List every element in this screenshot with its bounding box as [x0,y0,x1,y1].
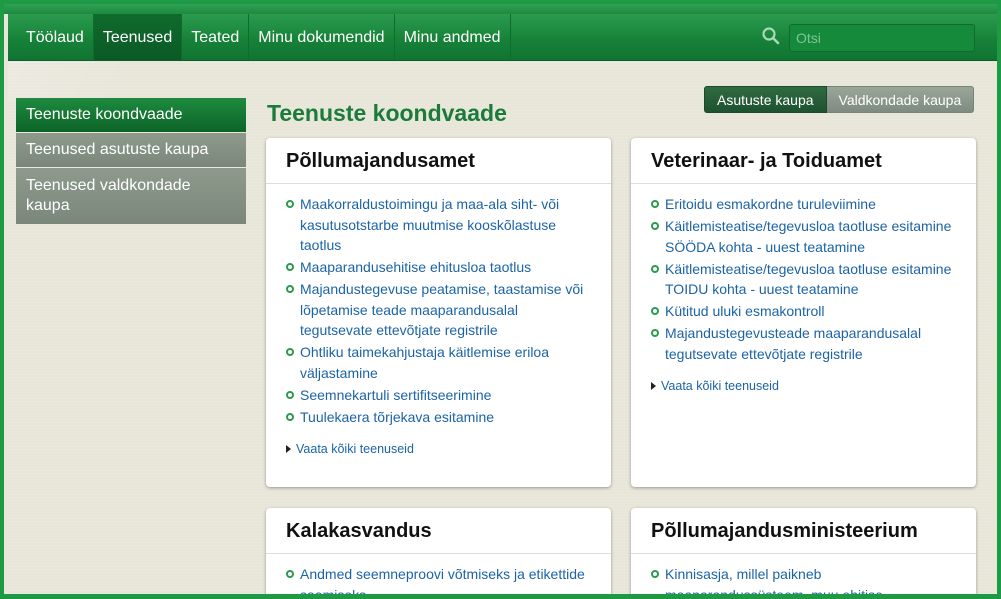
service-link-text[interactable]: Tuulekaera tõrjekava esitamine [300,409,494,425]
bullet-icon [286,263,294,271]
service-link-text[interactable]: Andmed seemneproovi võtmiseks ja etikett… [300,566,585,594]
service-link-text[interactable]: Majandustegevusteade maaparandusalal teg… [665,325,921,362]
main-navbar: Töölaud Teenused Teated Minu dokumendid … [8,14,997,61]
service-link-text[interactable]: Käitlemisteatise/tegevusloa taotluse esi… [665,218,951,255]
service-list: Eritoidu esmakordne turuleviimine Käitle… [651,194,956,364]
see-all-label[interactable]: Vaata kõiki teenuseid [296,442,414,456]
service-link[interactable]: Majandustegevuse peatamise, taastamise v… [286,279,591,341]
nav-item-minu-andmed[interactable]: Minu andmed [395,14,511,60]
service-link[interactable]: Maakorraldustoimingu ja maa-ala siht- võ… [286,194,591,256]
service-link[interactable]: Maaparandusehitise ehitusloa taotlus [286,257,591,278]
service-link[interactable]: Käitlemisteatise/tegevusloa taotluse esi… [651,259,956,300]
service-link[interactable]: Käitlemisteatise/tegevusloa taotluse esi… [651,216,956,257]
nav-item-teated[interactable]: Teated [182,14,250,60]
service-link[interactable]: Ohtliku taimekahjustaja käitlemise erilo… [286,342,591,383]
nav-item-toolaud[interactable]: Töölaud [8,14,94,60]
card-title: Kalakasvandus [266,508,611,554]
card-title: Põllumajandusministeerium [631,508,976,554]
service-link[interactable]: Kütitud uluki esmakontroll [651,301,956,322]
service-card-pollumajandusamet: Põllumajandusamet Maakorraldustoimingu j… [266,138,611,487]
service-list: Andmed seemneproovi võtmiseks ja etikett… [286,564,591,594]
service-link-text[interactable]: Eritoidu esmakordne turuleviimine [665,196,876,212]
service-link-text[interactable]: Maaparandusehitise ehitusloa taotlus [300,259,531,275]
sidebar-item-koondvaade[interactable]: Teenuste koondvaade [16,98,246,133]
bullet-icon [286,570,294,578]
service-card-veterinaar-ja-toiduamet: Veterinaar- ja Toiduamet Eritoidu esmako… [631,138,976,487]
sidebar-item-valdkondade-kaupa[interactable]: Teenused valdkondade kaupa [16,168,246,225]
sidebar: Teenuste koondvaade Teenused asutuste ka… [16,98,246,225]
service-link-text[interactable]: Kinnisasja, millel paikneb maaparandussü… [665,566,883,594]
service-card-pollumajandusministeerium: Põllumajandusministeerium Kinnisasja, mi… [631,508,976,594]
bullet-icon [286,285,294,293]
service-link-text[interactable]: Majandustegevuse peatamise, taastamise v… [300,281,583,338]
bullet-icon [651,307,659,315]
page-title: Teenuste koondvaade [267,100,507,126]
service-link[interactable]: Eritoidu esmakordne turuleviimine [651,194,956,215]
toggle-by-field-button[interactable]: Valdkondade kaupa [826,86,975,113]
service-link-text[interactable]: Ohtliku taimekahjustaja käitlemise erilo… [300,344,549,381]
bullet-icon [286,348,294,356]
triangle-right-icon [651,382,656,390]
header-decoration [8,61,208,101]
search-input[interactable] [789,24,975,52]
service-link-text[interactable]: Käitlemisteatise/tegevusloa taotluse esi… [665,261,951,298]
view-toggle: Asutuste kaupa Valdkondade kaupa [704,86,975,113]
nav-item-minu-dokumendid[interactable]: Minu dokumendid [249,14,395,60]
service-link-text[interactable]: Seemnekartuli sertifitseerimine [300,387,491,403]
service-link-text[interactable]: Maakorraldustoimingu ja maa-ala siht- võ… [300,196,559,253]
service-link-text[interactable]: Kütitud uluki esmakontroll [665,303,825,319]
search-bar [761,24,975,52]
bullet-icon [286,390,294,399]
bullet-icon [651,264,659,273]
bullet-icon [651,329,659,337]
search-icon[interactable] [761,26,789,51]
bullet-icon [651,570,659,578]
service-link[interactable]: Majandustegevusteade maaparandusalal teg… [651,323,956,364]
bullet-icon [286,200,294,208]
service-link[interactable]: Seemnekartuli sertifitseerimine [286,385,591,406]
top-strip [4,4,997,14]
service-link[interactable]: Tuulekaera tõrjekava esitamine [286,407,591,428]
card-title: Veterinaar- ja Toiduamet [631,138,976,184]
service-list: Maakorraldustoimingu ja maa-ala siht- võ… [286,194,591,427]
see-all-label[interactable]: Vaata kõiki teenuseid [661,379,779,393]
triangle-right-icon [286,445,291,453]
bullet-icon [651,200,659,208]
service-link[interactable]: Andmed seemneproovi võtmiseks ja etikett… [286,564,591,594]
nav-item-teenused[interactable]: Teenused [93,14,183,60]
bullet-icon [651,222,659,230]
toggle-by-institution-button[interactable]: Asutuste kaupa [704,86,827,113]
service-link[interactable]: Kinnisasja, millel paikneb maaparandussü… [651,564,956,594]
see-all-services-link[interactable]: Vaata kõiki teenuseid [286,442,591,456]
bullet-icon [286,412,294,421]
card-title: Põllumajandusamet [266,138,611,184]
app-frame: Töölaud Teenused Teated Minu dokumendid … [0,0,1001,599]
sidebar-item-asutuste-kaupa[interactable]: Teenused asutuste kaupa [16,133,246,168]
see-all-services-link[interactable]: Vaata kõiki teenuseid [651,379,956,393]
service-list: Kinnisasja, millel paikneb maaparandussü… [651,564,956,594]
service-card-kalakasvandus: Kalakasvandus Andmed seemneproovi võtmis… [266,508,611,594]
